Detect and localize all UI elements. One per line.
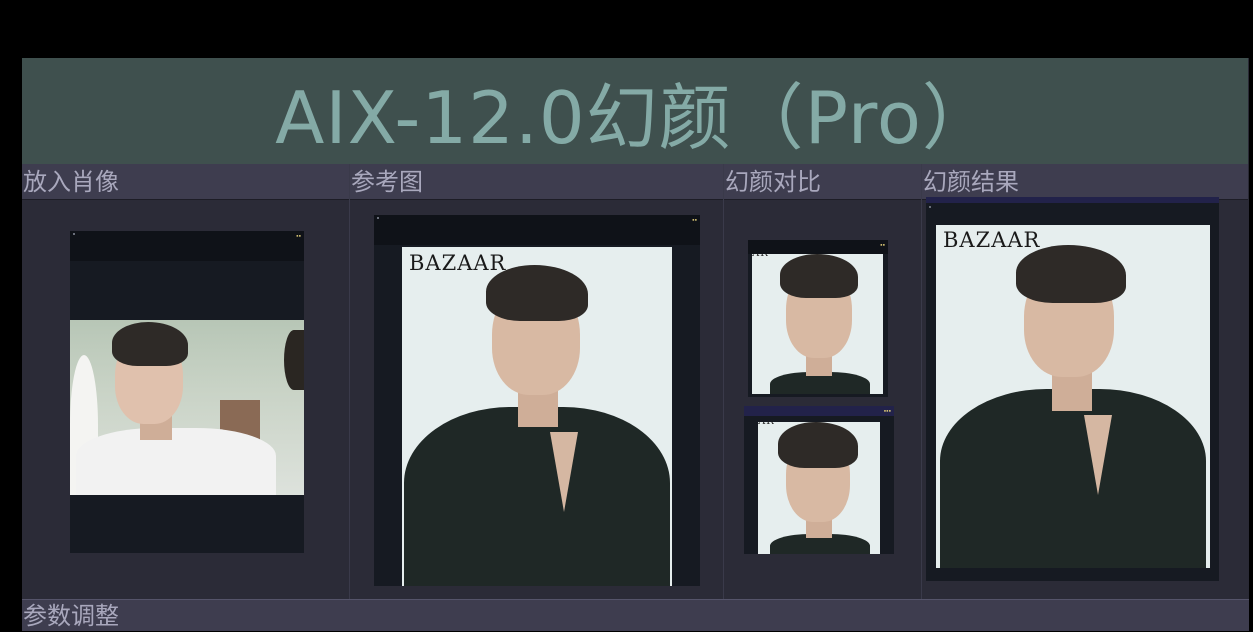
source-portrait-panel: 放入肖像 ▪▪ (22, 164, 350, 599)
source-upload-area[interactable]: ▪▪ (70, 231, 304, 553)
mini-badge-icon: ▪▪ (296, 233, 301, 238)
app-window: AIX-12.0幻颜（Pro） 放入肖像 ▪▪ 参考图 ▪▪ BAZAAR 幻颜… (22, 58, 1249, 631)
compare-panel: 幻颜对比 ▪▪ AR ▪▪▪ AR (724, 164, 922, 599)
compare-after-image[interactable]: ▪▪▪ AR (744, 406, 894, 554)
source-portrait-label: 放入肖像 (22, 164, 349, 200)
image-toolbar (744, 406, 894, 416)
result-image-area[interactable]: BAZAAR (926, 197, 1219, 581)
compare-label: 幻颜对比 (724, 164, 921, 200)
reference-label: 参考图 (350, 164, 723, 200)
mini-badge-icon: ▪▪▪ (883, 408, 891, 413)
reference-image: BAZAAR (402, 247, 672, 586)
image-toolbar (374, 215, 700, 245)
brand-logo: AR (752, 254, 769, 259)
image-toolbar (748, 240, 888, 254)
compare-before-image[interactable]: ▪▪ AR (748, 240, 888, 397)
status-dot-icon (377, 217, 379, 219)
brand-logo: BAZAAR (943, 228, 1041, 252)
image-toolbar (70, 231, 304, 261)
source-portrait-image (70, 320, 304, 495)
brand-logo: BAZAAR (409, 251, 507, 275)
reference-panel: 参考图 ▪▪ BAZAAR (350, 164, 724, 599)
result-panel: 幻颜结果 BAZAAR (922, 164, 1248, 599)
status-dot-icon (929, 206, 931, 208)
app-title: AIX-12.0幻颜（Pro） (275, 75, 995, 160)
result-image: BAZAAR (936, 225, 1210, 568)
image-toolbar (926, 197, 1219, 203)
mini-badge-icon: ▪▪ (880, 242, 885, 247)
compare-before-photo: AR (752, 254, 883, 394)
parameter-adjust-header[interactable]: 参数调整 (22, 599, 1249, 631)
status-dot-icon (73, 233, 75, 235)
compare-after-photo: AR (758, 422, 880, 554)
reference-upload-area[interactable]: ▪▪ BAZAAR (374, 215, 700, 586)
mini-badge-icon: ▪▪ (692, 217, 697, 222)
brand-logo: AR (758, 422, 775, 427)
parameter-adjust-label: 参数调整 (23, 602, 119, 630)
title-bar: AIX-12.0幻颜（Pro） (22, 58, 1248, 164)
result-label: 幻颜结果 (922, 164, 1248, 200)
